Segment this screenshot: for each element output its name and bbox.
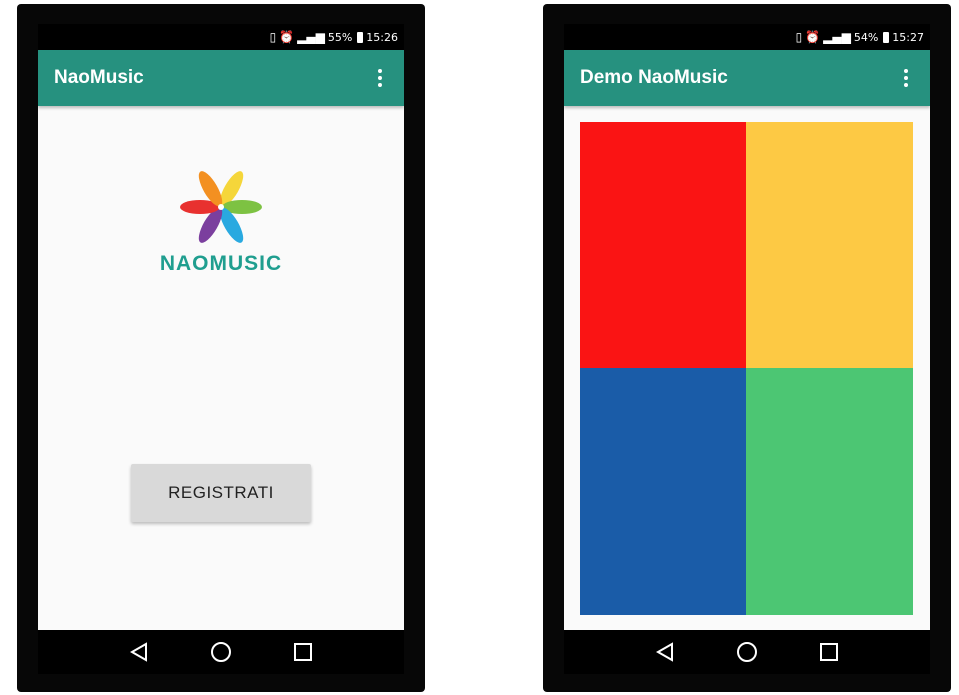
tile-green[interactable] — [746, 368, 913, 615]
phone-left: ▯ ⏰ ▂▄▆ 55% 15:26 NaoMusic NAOMUSIC REGI… — [17, 4, 425, 692]
signal-icon: ▂▄▆ — [297, 30, 325, 44]
vibrate-icon: ▯ — [269, 30, 277, 44]
status-bar: ▯ ⏰ ▂▄▆ 55% 15:26 — [38, 24, 404, 50]
battery-percent: 54% — [853, 30, 879, 44]
nav-bar — [564, 630, 930, 674]
color-tile-grid — [580, 122, 913, 615]
recents-icon[interactable] — [290, 639, 316, 665]
battery-icon — [357, 31, 364, 43]
battery-icon — [883, 31, 890, 43]
status-time: 15:27 — [892, 30, 924, 44]
register-button[interactable]: REGISTRATI — [131, 464, 311, 522]
overflow-menu-icon[interactable] — [374, 65, 386, 91]
naomusic-logo: NAOMUSIC — [146, 169, 296, 276]
screenshot-canvas: ▯ ⏰ ▂▄▆ 55% 15:26 NaoMusic NAOMUSIC REGI… — [0, 0, 959, 695]
status-time: 15:26 — [366, 30, 398, 44]
app-title: Demo NaoMusic — [580, 67, 728, 88]
status-bar: ▯ ⏰ ▂▄▆ 54% 15:27 — [564, 24, 930, 50]
tile-blue[interactable] — [580, 368, 746, 615]
alarm-icon: ⏰ — [279, 30, 295, 44]
vibrate-icon: ▯ — [795, 30, 803, 44]
back-icon[interactable] — [652, 639, 678, 665]
back-icon[interactable] — [126, 639, 152, 665]
recents-icon[interactable] — [816, 639, 842, 665]
home-icon[interactable] — [208, 639, 234, 665]
screen-left: ▯ ⏰ ▂▄▆ 55% 15:26 NaoMusic NAOMUSIC REGI… — [38, 24, 404, 674]
screen-right: ▯ ⏰ ▂▄▆ 54% 15:27 Demo NaoMusic — [564, 24, 930, 674]
overflow-menu-icon[interactable] — [900, 65, 912, 91]
app-bar: Demo NaoMusic — [564, 50, 930, 106]
app-bar: NaoMusic — [38, 50, 404, 106]
app-title: NaoMusic — [54, 67, 144, 88]
signal-icon: ▂▄▆ — [823, 30, 851, 44]
nav-bar — [38, 630, 404, 674]
home-icon[interactable] — [734, 639, 760, 665]
tile-yellow[interactable] — [746, 122, 913, 368]
flower-logo-icon — [180, 171, 262, 243]
battery-percent: 55% — [327, 30, 353, 44]
alarm-icon: ⏰ — [805, 30, 821, 44]
phone-right: ▯ ⏰ ▂▄▆ 54% 15:27 Demo NaoMusic — [543, 4, 951, 692]
logo-wordmark: NAOMUSIC — [159, 252, 283, 275]
tile-red[interactable] — [580, 122, 746, 368]
